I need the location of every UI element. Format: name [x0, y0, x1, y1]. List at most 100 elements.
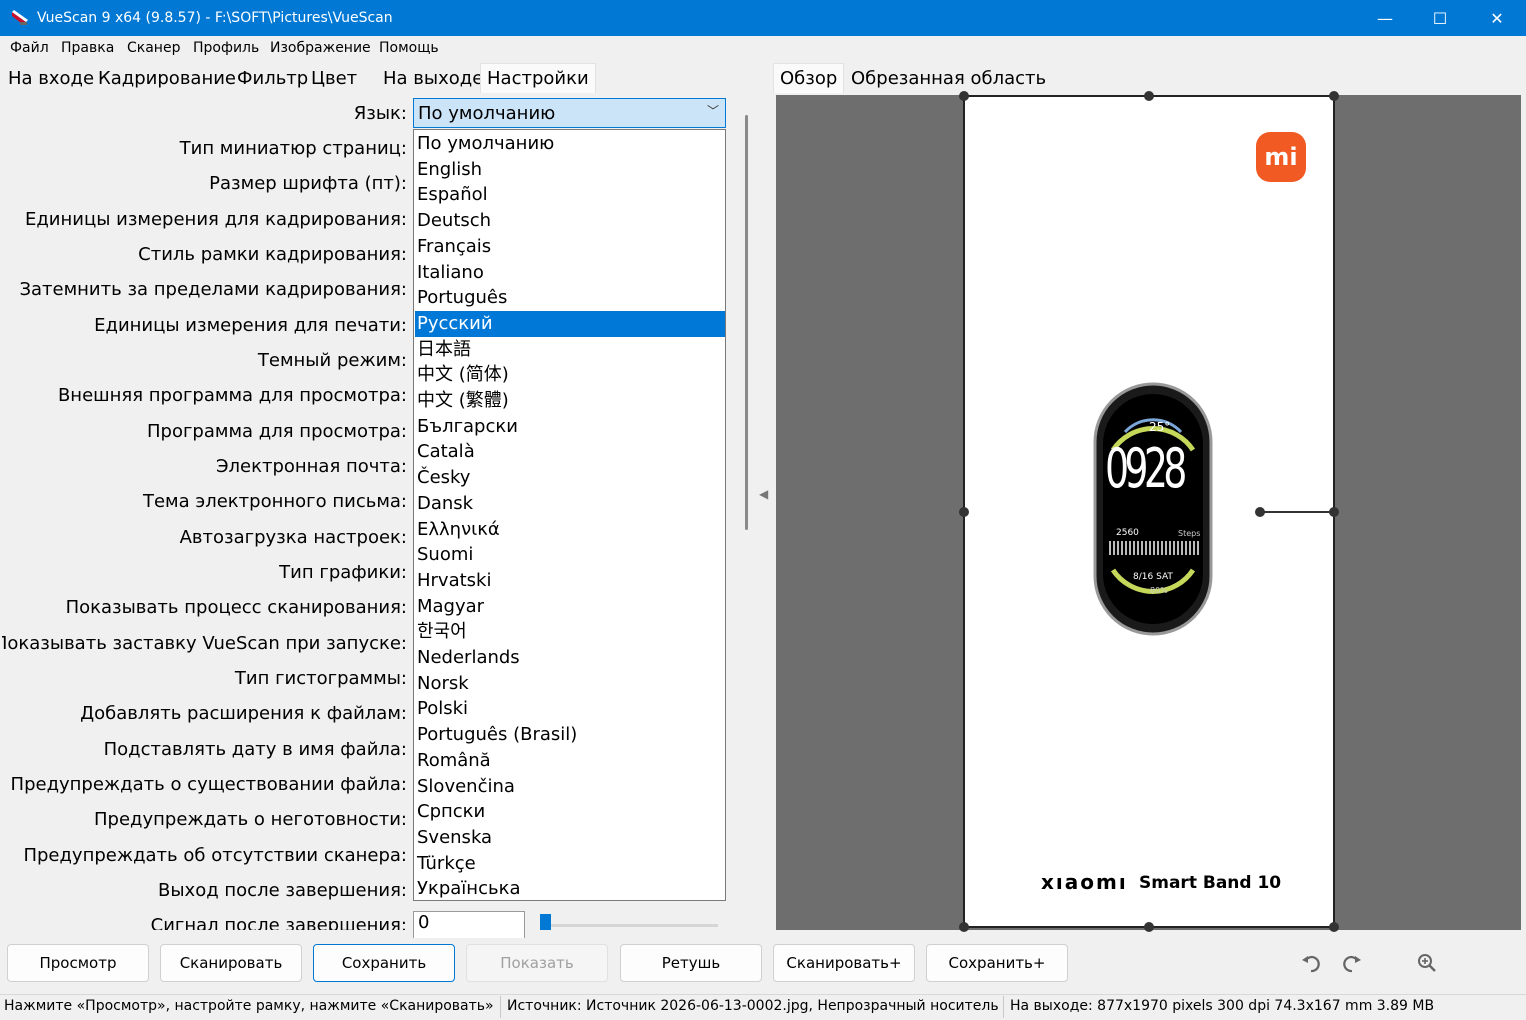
crop-rotate-handle[interactable] — [1255, 507, 1265, 517]
label-email-subject: Тема электронного письма: — [142, 491, 407, 512]
close-button[interactable]: ✕ — [1469, 0, 1525, 36]
crop-handle-left[interactable] — [959, 507, 969, 517]
status-divider — [1003, 996, 1004, 1018]
maximize-button[interactable]: ☐ — [1412, 0, 1468, 36]
zoom-in-icon[interactable] — [1414, 950, 1440, 976]
crop-handle-bottom-right[interactable] — [1329, 922, 1339, 932]
status-output: На выходе: 877x1970 pixels 300 dpi 74.3x… — [1010, 998, 1435, 1014]
label-dark-mode: Темный режим: — [257, 350, 407, 371]
language-option[interactable]: Norsk — [415, 671, 725, 697]
vuescan-app-icon[interactable] — [10, 8, 30, 28]
menu-profile[interactable]: Профиль — [193, 40, 259, 56]
label-darken-outside-crop: Затемнить за пределами кадрирования: — [19, 279, 407, 300]
language-option[interactable]: Nederlands — [415, 645, 725, 671]
scan-button[interactable]: Сканировать — [160, 944, 302, 982]
scan-plus-button[interactable]: Сканировать+ — [773, 944, 915, 982]
band-activity-bars — [1109, 541, 1199, 555]
xiaomi-logo: mi — [1256, 132, 1306, 182]
label-warn-no-scanner: Предупреждать об отсутствии сканера: — [23, 845, 407, 866]
language-option[interactable]: Français — [415, 234, 725, 260]
menu-image[interactable]: Изображение — [270, 40, 371, 56]
label-warn-not-ready: Предупреждать о неготовности: — [94, 809, 407, 830]
band-battery: 80% — [1150, 586, 1168, 595]
label-exit-when-done: Выход после завершения: — [158, 880, 407, 901]
beep-value-input[interactable]: 0 — [413, 911, 525, 941]
beep-slider-thumb[interactable] — [540, 914, 551, 930]
status-divider — [500, 996, 501, 1018]
status-hint: Нажмите «Просмотр», настройте рамку, наж… — [4, 998, 494, 1014]
language-option[interactable]: Български — [415, 414, 725, 440]
menu-scanner[interactable]: Сканер — [127, 40, 180, 56]
beep-slider-track[interactable] — [540, 924, 718, 927]
language-option[interactable]: Česky — [415, 465, 725, 491]
language-option[interactable]: Magyar — [415, 594, 725, 620]
language-option[interactable]: Español — [415, 182, 725, 208]
tab-cropped-area[interactable]: Обрезанная область — [849, 64, 1048, 94]
language-option[interactable]: Svenska — [415, 825, 725, 851]
language-option[interactable]: Português (Brasil) — [415, 722, 725, 748]
language-option[interactable]: English — [415, 157, 725, 183]
status-source: Источник: Источник 2026-06-13-0002.jpg, … — [507, 998, 999, 1014]
language-select[interactable]: По умолчанию ﹀ — [413, 98, 726, 128]
language-option[interactable]: Català — [415, 439, 725, 465]
rotate-right-icon[interactable] — [1339, 950, 1365, 976]
language-option[interactable]: Ελληνικά — [415, 517, 725, 543]
rotate-left-icon[interactable] — [1298, 950, 1324, 976]
tab-filter[interactable]: Фильтр — [235, 64, 310, 94]
language-option[interactable]: Deutsch — [415, 208, 725, 234]
label-language: Язык: — [353, 103, 407, 124]
crop-handle-top[interactable] — [1144, 91, 1154, 101]
language-option[interactable]: Türkçe — [415, 851, 725, 877]
tab-preview[interactable]: Обзор — [773, 63, 845, 93]
save-plus-button[interactable]: Сохранить+ — [926, 944, 1068, 982]
tab-settings[interactable]: Настройки — [480, 63, 596, 93]
language-option[interactable]: По умолчанию — [415, 131, 725, 157]
language-option[interactable]: Italiano — [415, 260, 725, 286]
language-option[interactable]: Dansk — [415, 491, 725, 517]
tab-output[interactable]: На выходе — [381, 64, 485, 94]
label-viewer-program: Программа для просмотра: — [147, 421, 407, 442]
label-show-scan-progress: Показывать процесс сканирования: — [65, 597, 407, 618]
language-option[interactable]: 中文 (简体) — [415, 362, 725, 388]
tab-crop[interactable]: Кадрирование — [96, 64, 238, 94]
language-option[interactable]: 日本語 — [415, 337, 725, 363]
brand-name: xıaomı — [1041, 870, 1128, 894]
tab-color[interactable]: Цвет — [309, 64, 359, 94]
settings-labels: Язык: Тип миниатюр страниц: Размер шрифт… — [2, 95, 407, 930]
preview-button[interactable]: Просмотр — [7, 944, 149, 982]
crop-handle-bottom[interactable] — [1144, 922, 1154, 932]
retouch-button[interactable]: Ретушь — [620, 944, 762, 982]
language-option[interactable]: Polski — [415, 696, 725, 722]
collapse-panel-icon[interactable]: ◀ — [759, 487, 768, 501]
crop-handle-bottom-left[interactable] — [959, 922, 969, 932]
language-option[interactable]: Slovenčina — [415, 774, 725, 800]
language-option[interactable]: Српски — [415, 799, 725, 825]
save-button[interactable]: Сохранить — [313, 944, 455, 982]
language-option[interactable]: 中文 (繁體) — [415, 388, 725, 414]
menu-file[interactable]: Файл — [10, 40, 49, 56]
language-option[interactable]: 한국어 — [415, 619, 725, 645]
menu-edit[interactable]: Правка — [61, 40, 114, 56]
minimize-button[interactable]: — — [1357, 0, 1413, 36]
tab-input[interactable]: На входе — [6, 64, 96, 94]
label-crop-frame-style: Стиль рамки кадрирования: — [138, 244, 407, 265]
band-steps: 2560 — [1116, 528, 1139, 538]
language-dropdown-list[interactable]: По умолчанию English Español Deutsch Fra… — [413, 129, 726, 901]
settings-scrollbar[interactable] — [745, 115, 748, 530]
title-bar: VueScan 9 x64 (9.8.57) - F:\SOFT\Picture… — [0, 0, 1526, 36]
label-thumbnail-type: Тип миниатюр страниц: — [179, 138, 407, 159]
window-title: VueScan 9 x64 (9.8.57) - F:\SOFT\Picture… — [37, 10, 393, 26]
language-option[interactable]: Українська — [415, 876, 725, 902]
show-button[interactable]: Показать — [466, 944, 608, 982]
language-option[interactable]: Hrvatski — [415, 568, 725, 594]
language-option[interactable]: Suomi — [415, 542, 725, 568]
band-time: 0928 — [1105, 437, 1187, 500]
crop-handle-top-right[interactable] — [1329, 91, 1339, 101]
crop-handle-top-left[interactable] — [959, 91, 969, 101]
chevron-down-icon: ﹀ — [706, 104, 719, 118]
language-option-selected[interactable]: Русский — [415, 310, 725, 337]
language-option[interactable]: Română — [415, 748, 725, 774]
language-option[interactable]: Português — [415, 285, 725, 311]
menu-help[interactable]: Помощь — [379, 40, 439, 56]
label-print-units: Единицы измерения для печати: — [94, 315, 407, 336]
